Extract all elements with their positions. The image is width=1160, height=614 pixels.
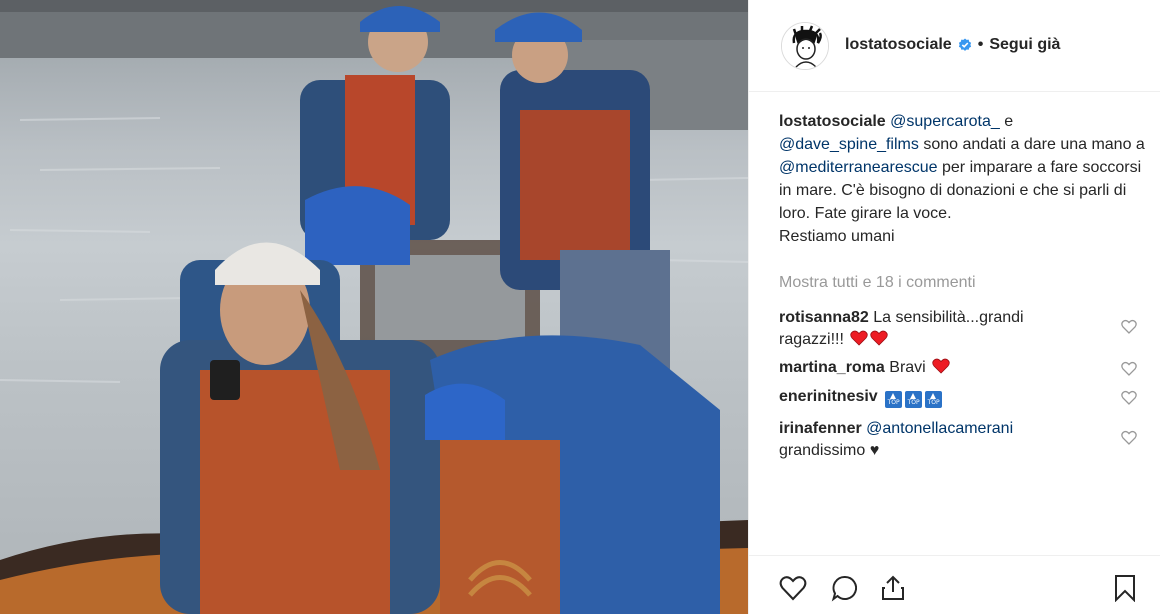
header-separator: • [977,36,984,53]
post-sidebar: lostatosociale • Segui già lostatosocial… [748,0,1160,614]
comment-username[interactable]: enerinitnesiv [779,388,878,405]
comment-username[interactable]: irinafenner [779,420,862,437]
comment-bubble-icon[interactable] [831,574,859,602]
share-icon[interactable] [879,574,907,602]
heart-outline-icon[interactable] [779,574,807,602]
post-header: lostatosociale • Segui già [749,0,1160,92]
avatar[interactable] [781,22,829,70]
comment-text: grandissimo ♥ [779,442,880,459]
header-line: lostatosociale • Segui già [845,36,1060,54]
show-all-comments-link[interactable]: Mostra tutti e 18 i commenti [779,274,976,292]
caption-username[interactable]: lostatosociale [779,113,886,130]
comment-username[interactable]: martina_roma [779,359,885,376]
avatar-illustration [782,23,828,69]
heart-outline-icon[interactable] [1121,390,1137,406]
caption-text-1: e [999,113,1014,130]
comment-item: enerinitnesiv TOP TOP TOP [779,386,1079,408]
caption-mention-dave-spine-films[interactable]: @dave_spine_films [779,136,919,153]
header-username[interactable]: lostatosociale [845,36,952,54]
comment-mention[interactable]: @antonellacamerani [866,420,1013,437]
photo-illustration [0,0,748,614]
heart-outline-icon[interactable] [1121,430,1137,446]
post-photo [0,0,748,614]
top-arrow-icon: TOP [905,391,923,408]
caption-last-line: Restiamo umani [779,228,895,245]
action-bar [749,555,1160,614]
red-heart-icon [932,358,950,374]
top-arrow-icon: TOP [885,391,903,408]
heart-outline-icon[interactable] [1121,319,1137,335]
comment-item: martina_roma Bravi [779,357,1079,379]
comment-username[interactable]: rotisanna82 [779,309,869,326]
red-heart-icon [870,330,889,346]
caption: lostatosociale @supercarota_ e @dave_spi… [779,110,1145,248]
follow-button[interactable]: Segui già [989,36,1060,54]
caption-mention-mediterranearescue[interactable]: @mediterranearescue [779,159,938,176]
caption-mention-supercarota[interactable]: @supercarota_ [890,113,1000,130]
verified-badge-icon [958,38,971,51]
red-heart-icon [850,330,869,346]
caption-text-2: sono andati a dare una mano a [918,136,1145,153]
bookmark-icon[interactable] [1111,574,1139,602]
comment-item: irinafenner @antonellacamerani grandissi… [779,418,1079,462]
heart-outline-icon[interactable] [1121,361,1137,377]
comment-item: rotisanna82 La sensibilità...grandi raga… [779,307,1079,351]
top-arrow-icon: TOP [925,391,943,408]
comment-text: Bravi [889,359,926,376]
